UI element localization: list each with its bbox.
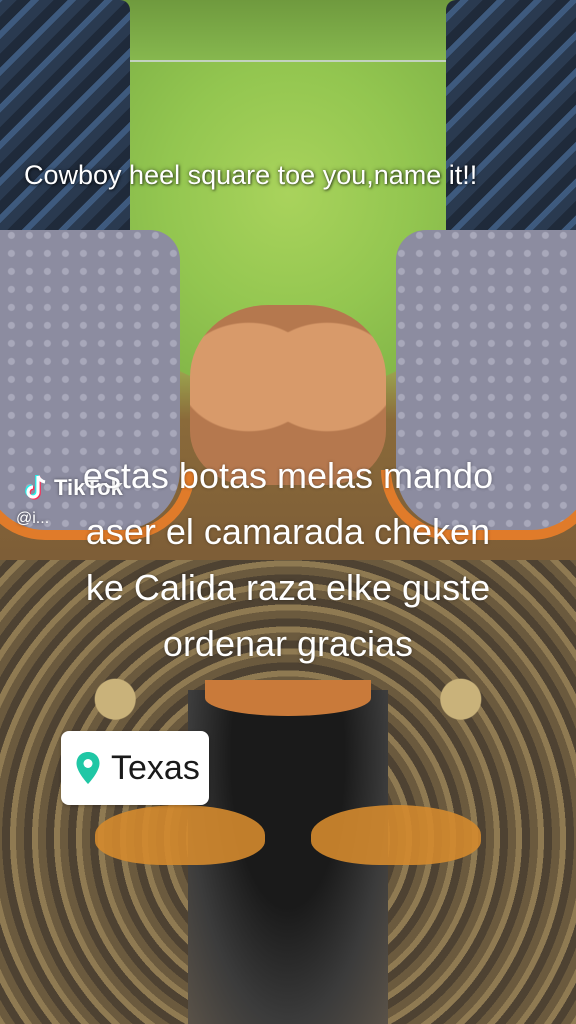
top-caption: Cowboy heel square toe you,name it!!	[24, 160, 478, 190]
leather-band-center	[205, 680, 371, 716]
leather-band-left	[95, 805, 265, 865]
caption-line: ke Calida raza elke guste	[85, 567, 491, 608]
leather-band-right	[311, 805, 481, 865]
caption-line: aser el camarada cheken	[85, 511, 491, 552]
location-pin-icon	[76, 752, 100, 784]
caption-line: ordenar gracias	[162, 623, 414, 664]
main-caption: estas botas melas mando aser el camarada…	[20, 448, 556, 672]
caption-line: estas botas melas mando	[82, 455, 494, 496]
location-label: Texas	[111, 748, 200, 787]
location-sticker[interactable]: Texas	[61, 731, 209, 805]
video-frame[interactable]: Cowboy heel square toe you,name it!! Tik…	[0, 0, 576, 1024]
